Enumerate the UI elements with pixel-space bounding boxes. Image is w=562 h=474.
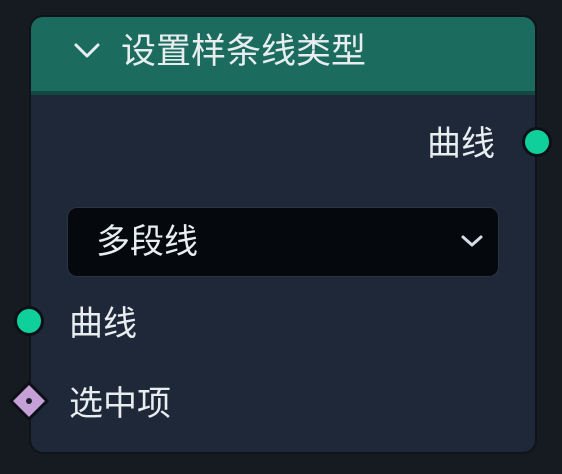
node-editor-canvas[interactable]: 设置样条线类型 曲线 多段线 曲线 选中项 [0, 0, 562, 474]
node-header[interactable]: 设置样条线类型 [31, 17, 535, 95]
dropdown-selected-value: 多段线 [96, 222, 198, 262]
output-socket-curve[interactable] [522, 127, 552, 157]
input-label-selection: 选中项 [69, 384, 171, 424]
chevron-down-icon [461, 235, 483, 247]
chevron-down-icon[interactable] [71, 39, 103, 63]
node-title: 设置样条线类型 [121, 32, 367, 72]
input-label-curve: 曲线 [69, 304, 137, 344]
spline-type-dropdown[interactable]: 多段线 [67, 207, 499, 277]
input-socket-selection[interactable] [9, 381, 49, 421]
output-label-curve: 曲线 [427, 124, 495, 164]
set-spline-type-node[interactable]: 设置样条线类型 曲线 多段线 曲线 选中项 [29, 15, 537, 454]
input-socket-curve[interactable] [14, 306, 44, 336]
